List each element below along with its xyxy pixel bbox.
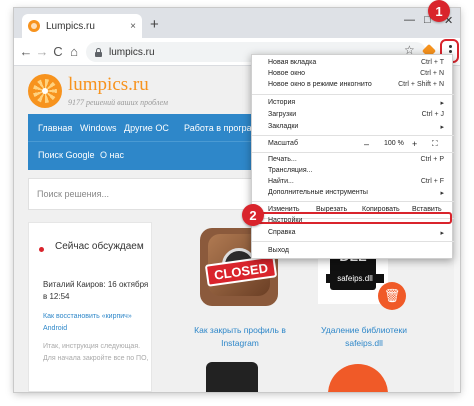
menu-item-new-tab[interactable]: Новая вкладка Ctrl + T (252, 58, 454, 69)
menu-item-downloads[interactable]: Загрузки Ctrl + J (252, 110, 454, 121)
menu-item-more-tools[interactable]: Дополнительные инструменты ▸ (252, 188, 454, 199)
page-scrollbar[interactable] (454, 66, 460, 392)
lock-icon (94, 47, 103, 57)
zoom-in-button[interactable]: + (412, 139, 417, 149)
menu-item-print[interactable]: Печать... Ctrl + P (252, 155, 454, 166)
article-title-instagram[interactable]: Как закрыть профиль в Instagram (180, 324, 300, 350)
tab-title: Lumpics.ru (46, 20, 95, 32)
favicon-icon (28, 20, 40, 32)
menu-separator (252, 94, 454, 95)
back-icon[interactable]: ← (18, 43, 34, 61)
menu-item-incognito[interactable]: Новое окно в режиме инкогнито Ctrl + Shif… (252, 80, 454, 91)
article-image-phone[interactable] (206, 362, 258, 392)
site-logo-icon[interactable] (28, 74, 62, 108)
menu-item-cast[interactable]: Трансляция... (252, 166, 454, 177)
menu-separator (252, 241, 454, 242)
comment-author: Виталий Каиров: 16 октября в 12:54 (43, 280, 149, 301)
menu-item-new-window[interactable]: Новое окно Ctrl + N (252, 69, 454, 80)
fullscreen-icon[interactable]: ⛶ (432, 139, 438, 149)
menu-item-history[interactable]: История ▸ (252, 98, 454, 109)
menu-separator (252, 135, 454, 136)
site-nav: Главная Windows Другие ОС Работа в прогр… (28, 114, 274, 170)
nav-link-other-os[interactable]: Другие ОС (124, 123, 169, 133)
home-icon[interactable]: ⌂ (66, 43, 82, 61)
site-name[interactable]: lumpics.ru (68, 74, 149, 96)
site-tagline: 9177 решений ваших проблем (68, 98, 168, 107)
menu-item-bookmarks[interactable]: Закладки ▸ (252, 122, 454, 133)
minimize-button[interactable]: — (404, 14, 415, 26)
zoom-label: Масштаб (268, 140, 298, 147)
forward-icon[interactable]: → (34, 43, 50, 61)
menu-separator (252, 201, 454, 202)
nav-link-about[interactable]: О нас (100, 150, 124, 160)
browser-tab[interactable]: Lumpics.ru × (22, 14, 142, 38)
zoom-out-button[interactable]: – (364, 139, 369, 149)
nav-link-windows[interactable]: Windows (80, 123, 117, 133)
trash-icon: 🗑 (378, 282, 406, 310)
comment-excerpt: Итак, инструкция следующая. Для начала з… (43, 343, 149, 362)
zoom-value: 100 % (384, 140, 404, 147)
settings-highlight (252, 212, 452, 224)
url-text: lumpics.ru (109, 46, 155, 58)
title-bar: Lumpics.ru × + — □ ✕ (14, 8, 460, 38)
step-badge-2: 2 (242, 204, 264, 226)
tab-close-icon[interactable]: × (130, 21, 136, 32)
chrome-menu: Новая вкладка Ctrl + T Новое окно Ctrl + N… (251, 54, 454, 259)
menu-zoom-row: Масштаб – 100 % + ⛶ (252, 137, 454, 151)
reload-icon[interactable]: C (50, 43, 66, 61)
new-tab-button[interactable]: + (150, 16, 159, 34)
menu-item-exit[interactable]: Выход (252, 246, 454, 257)
site-search-input[interactable]: Поиск решения... (28, 178, 268, 210)
menu-item-help[interactable]: Справка ▸ (252, 228, 454, 239)
nav-link-google[interactable]: Поиск Google (38, 150, 94, 160)
comment-article-link[interactable]: Как восстановить «кирпич» Android (43, 311, 149, 335)
nav-link-home[interactable]: Главная (38, 123, 72, 133)
step-badge-1: 1 (428, 0, 450, 22)
article-image-orange[interactable] (328, 364, 388, 392)
screenshot: Lumpics.ru × + — □ ✕ ← → C ⌂ lumpics.ru … (0, 0, 474, 406)
widget-title: Сейчас обсуждаем (55, 241, 144, 252)
live-dot-icon (39, 247, 44, 252)
discussion-widget: Сейчас обсуждаем Виталий Каиров: 16 октя… (28, 222, 152, 392)
nav-divider (28, 141, 268, 142)
dll-filename: safeips.dll (326, 274, 384, 283)
article-title-dll[interactable]: Удаление библиотеки safeips.dll (304, 324, 424, 350)
menu-item-find[interactable]: Найти... Ctrl + F (252, 177, 454, 188)
menu-separator (252, 152, 454, 153)
